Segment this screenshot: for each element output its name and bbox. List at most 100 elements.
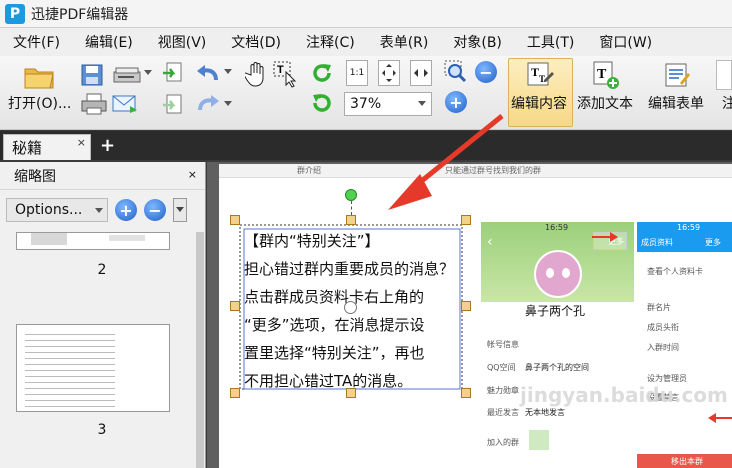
rotate-counterclockwise-icon[interactable] bbox=[309, 90, 335, 116]
phone-screenshot-profile: 16:59 ‹ 更多 鼻子两个孔 帐号信息 QQ空间 鼻子两个孔的空间 魅力勋章… bbox=[481, 222, 634, 468]
redo-dropdown-icon[interactable] bbox=[224, 100, 232, 108]
open-folder-icon[interactable] bbox=[22, 62, 56, 92]
zoom-tool-icon[interactable] bbox=[444, 60, 468, 84]
menu-comment[interactable]: 注释(C) bbox=[298, 32, 363, 52]
resize-handle-w[interactable] bbox=[230, 301, 240, 311]
recent-value: 无本地发言 bbox=[525, 408, 565, 417]
member-row: 查看个人资料卡 bbox=[647, 267, 703, 276]
small-arrow-icon bbox=[592, 232, 618, 242]
zoom-in-thumbnail-icon[interactable]: + bbox=[115, 199, 137, 221]
status-time: 16:59 bbox=[677, 223, 701, 232]
menu-file[interactable]: 文件(F) bbox=[8, 32, 68, 52]
rotate-handle[interactable] bbox=[345, 189, 357, 201]
back-arrow-icon: ‹ bbox=[487, 234, 493, 250]
undo-icon[interactable] bbox=[194, 62, 222, 86]
menu-view[interactable]: 视图(V) bbox=[150, 32, 215, 52]
scanner-dropdown-icon[interactable] bbox=[144, 69, 152, 77]
fit-width-icon[interactable] bbox=[410, 60, 432, 86]
edit-form-icon[interactable] bbox=[663, 60, 693, 90]
save-icon[interactable] bbox=[79, 62, 105, 88]
insert-page-icon[interactable] bbox=[161, 94, 183, 118]
hand-tool-icon[interactable] bbox=[244, 60, 268, 88]
print-icon[interactable] bbox=[81, 92, 107, 116]
undo-dropdown-icon[interactable] bbox=[224, 68, 232, 76]
scanner-icon[interactable] bbox=[111, 62, 145, 88]
document-tab-label: 秘籍 bbox=[12, 139, 43, 157]
resize-handle-s[interactable] bbox=[346, 388, 356, 398]
watermark: jingyan.baidu.com bbox=[520, 383, 728, 407]
fit-page-icon[interactable] bbox=[378, 60, 400, 86]
extract-page-icon[interactable] bbox=[161, 62, 183, 86]
thumbnail-menu-dropdown[interactable] bbox=[173, 198, 187, 222]
text-line[interactable]: “更多”选项，在消息提示设 bbox=[244, 314, 425, 335]
text-line[interactable]: 点击群成员资料卡右上角的 bbox=[244, 286, 424, 307]
thumbnail-panel: 缩略图 × Options... + − 2 3 bbox=[0, 162, 206, 468]
select-text-icon[interactable]: T bbox=[272, 60, 298, 88]
qq-space-value: 鼻子两个孔的空间 bbox=[525, 363, 589, 372]
page-number-label: 2 bbox=[97, 262, 107, 278]
rotate-clockwise-icon[interactable] bbox=[309, 60, 335, 86]
back-link: 成员资料 bbox=[641, 238, 673, 247]
thumbnail-toolbar: Options... + − bbox=[6, 197, 187, 223]
redo-icon[interactable] bbox=[194, 92, 222, 116]
zoom-level-value: 37% bbox=[350, 96, 382, 112]
close-icon[interactable]: × bbox=[77, 136, 86, 149]
page-thumbnail[interactable] bbox=[16, 324, 170, 412]
add-text-label[interactable]: 添加文本 bbox=[577, 93, 633, 113]
group-icon bbox=[529, 430, 549, 450]
svg-text:T: T bbox=[597, 67, 607, 82]
resize-handle-sw[interactable] bbox=[230, 388, 240, 398]
profile-row: 加入的群 bbox=[487, 438, 519, 447]
email-icon[interactable] bbox=[112, 92, 138, 116]
menu-window[interactable]: 窗口(W) bbox=[591, 32, 660, 52]
profile-row: 魅力勋章 bbox=[487, 386, 519, 395]
member-row: 成员头衔 bbox=[647, 323, 679, 332]
menu-document[interactable]: 文档(D) bbox=[223, 32, 289, 52]
zoom-out-thumbnail-icon[interactable]: − bbox=[144, 199, 166, 221]
resize-handle-e[interactable] bbox=[461, 301, 471, 311]
text-line[interactable]: 担心错过群内重要成员的消息？ bbox=[244, 258, 454, 279]
svg-text:T: T bbox=[277, 64, 284, 76]
page-thumbnail[interactable] bbox=[16, 232, 170, 250]
profile-row: 帐号信息 bbox=[487, 340, 519, 349]
resize-handle-n[interactable] bbox=[346, 215, 356, 225]
clip-text-left: 群介绍 bbox=[297, 166, 321, 175]
resize-handle-nw[interactable] bbox=[230, 215, 240, 225]
text-line[interactable]: 置里选择“特别关注”，再也 bbox=[244, 342, 425, 363]
page-number-label: 3 bbox=[97, 422, 107, 438]
title-bar: P 迅捷PDF编辑器 bbox=[0, 0, 732, 28]
document-tab[interactable]: 秘籍 × bbox=[3, 134, 91, 160]
phone-screenshot-member: 16:59 成员资料 更多 查看个人资料卡 群名片 成员头衔 入群时间 设为管理… bbox=[637, 222, 732, 468]
actual-size-icon[interactable]: 1:1 bbox=[346, 60, 368, 86]
minus-icon: − bbox=[475, 61, 497, 83]
chevron-down-icon bbox=[418, 101, 426, 106]
menu-edit[interactable]: 编辑(E) bbox=[77, 32, 141, 52]
app-title: 迅捷PDF编辑器 bbox=[31, 6, 129, 23]
chevron-down-icon bbox=[95, 208, 103, 213]
open-button-label[interactable]: 打开(O)... bbox=[8, 93, 71, 113]
zoom-out-icon[interactable]: − bbox=[474, 60, 498, 84]
scrollbar-thumb[interactable] bbox=[196, 232, 204, 468]
thumbnail-panel-header: 缩略图 × bbox=[0, 162, 205, 190]
add-tab-icon[interactable]: + bbox=[100, 135, 115, 156]
menu-tools[interactable]: 工具(T) bbox=[519, 32, 582, 52]
thumbnail-panel-title: 缩略图 bbox=[14, 168, 56, 185]
remove-member-label: 移出本群 bbox=[671, 457, 703, 466]
close-icon[interactable]: × bbox=[188, 168, 197, 181]
edit-form-label[interactable]: 编辑表单 bbox=[648, 93, 704, 113]
menu-object[interactable]: 对象(B) bbox=[445, 32, 510, 52]
thumbnail-list[interactable]: 2 3 bbox=[10, 232, 194, 468]
app-logo-icon: P bbox=[5, 3, 25, 24]
chevron-down-icon bbox=[176, 207, 184, 212]
text-line[interactable]: 【群内“特别关注”】 bbox=[244, 230, 380, 251]
resize-handle-se[interactable] bbox=[461, 388, 471, 398]
thumbnail-scrollbar[interactable] bbox=[196, 232, 204, 468]
menu-form[interactable]: 表单(R) bbox=[372, 32, 437, 52]
center-point-icon bbox=[344, 301, 357, 314]
options-dropdown[interactable]: Options... bbox=[6, 198, 108, 222]
add-text-icon[interactable]: T bbox=[590, 60, 620, 90]
profile-name: 鼻子两个孔 bbox=[525, 304, 586, 318]
comment-tool-label[interactable]: 注 bbox=[722, 93, 732, 113]
comment-tool-icon[interactable] bbox=[716, 60, 732, 90]
text-line[interactable]: 不用担心错过TA的消息。 bbox=[244, 370, 412, 391]
